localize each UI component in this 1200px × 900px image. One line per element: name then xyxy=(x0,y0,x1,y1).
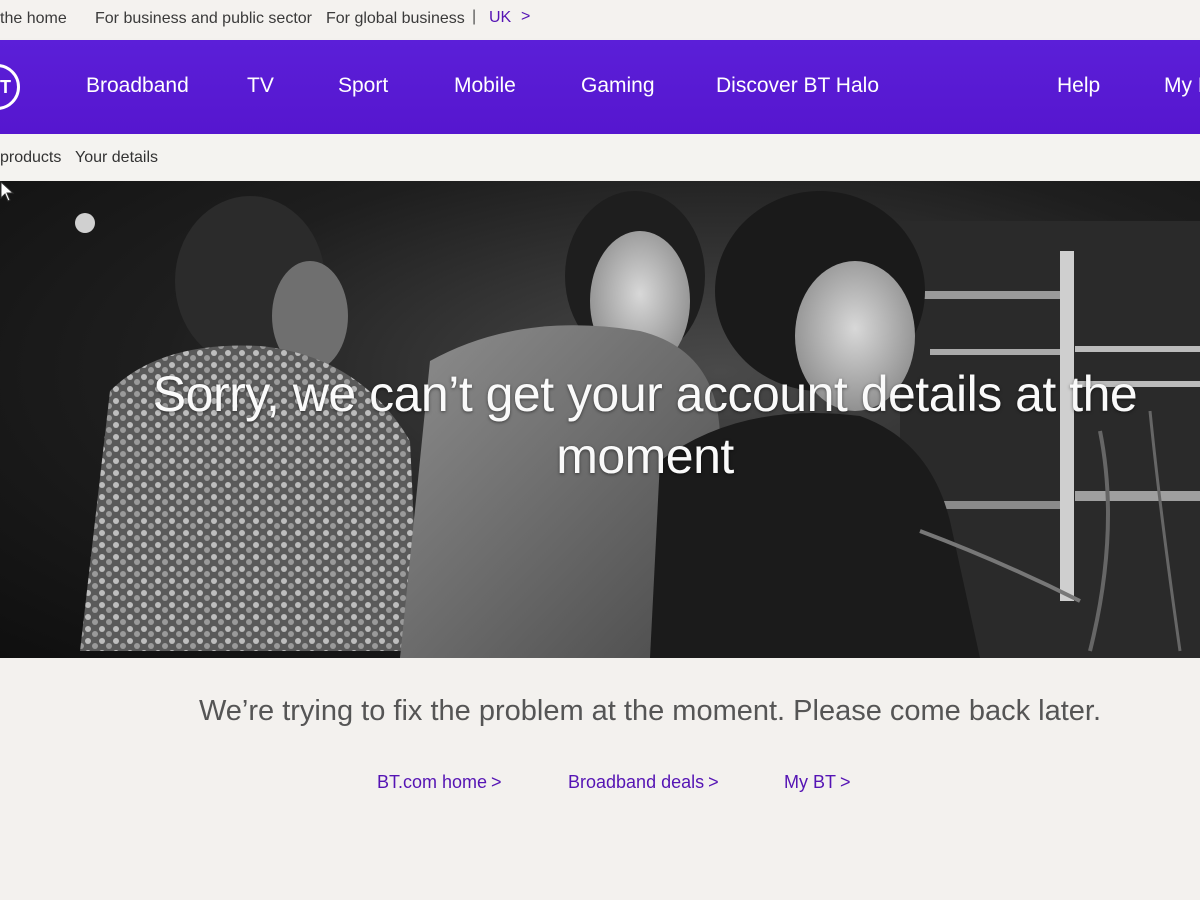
utility-link-global[interactable]: For global business xyxy=(326,10,465,28)
utility-separator: | xyxy=(472,8,477,25)
utility-link-home[interactable]: the home xyxy=(0,10,67,28)
error-message: We’re trying to fix the problem at the m… xyxy=(198,695,1102,727)
chevron-right-icon: > xyxy=(708,772,719,792)
utility-link-business[interactable]: For business and public sector xyxy=(95,10,312,28)
link-bt-home-label: BT.com home xyxy=(377,772,488,792)
error-heading: Sorry, we can’t get your account details… xyxy=(152,366,1138,484)
link-bt-home[interactable]: BT.com home > xyxy=(377,772,502,793)
breadcrumb-products[interactable]: products xyxy=(0,149,61,167)
nav-item-broadband[interactable]: Broadband xyxy=(86,74,189,98)
nav-item-discover-bt-halo[interactable]: Discover BT Halo xyxy=(716,74,879,98)
link-my-bt[interactable]: My BT > xyxy=(784,772,851,793)
breadcrumb-current: Your details xyxy=(75,149,159,166)
nav-item-tv[interactable]: TV xyxy=(247,74,274,98)
main-navigation: T Broadband TV Sport Mobile Gaming Disco… xyxy=(0,40,1200,134)
link-broadband-deals-label: Broadband deals xyxy=(568,772,705,792)
region-selector[interactable]: UK xyxy=(489,9,511,27)
chevron-right-icon: > xyxy=(491,772,502,792)
bt-logo-text: T xyxy=(0,77,11,97)
link-my-bt-label: My BT xyxy=(784,772,836,792)
nav-item-gaming[interactable]: Gaming xyxy=(581,74,655,98)
nav-item-help[interactable]: Help xyxy=(1057,74,1100,98)
nav-item-my-bt[interactable]: My B xyxy=(1164,74,1200,98)
mouse-cursor-icon xyxy=(0,181,15,202)
link-broadband-deals[interactable]: Broadband deals > xyxy=(568,772,719,793)
nav-item-mobile[interactable]: Mobile xyxy=(454,74,516,98)
utility-bar: the home For business and public sector … xyxy=(0,0,1200,38)
chevron-right-icon: > xyxy=(840,772,851,792)
breadcrumb: products Your details xyxy=(0,134,1200,180)
chevron-right-icon: > xyxy=(521,8,531,25)
bt-logo[interactable]: T xyxy=(0,64,20,110)
hero-banner: Sorry, we can’t get your account details… xyxy=(0,181,1200,658)
nav-item-sport[interactable]: Sport xyxy=(338,74,388,98)
